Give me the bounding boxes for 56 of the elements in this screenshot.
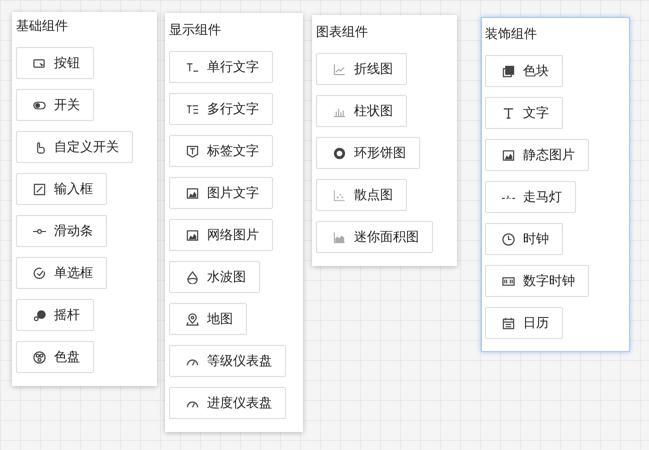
- component-button[interactable]: 进度仪表盘: [169, 387, 286, 419]
- component-button[interactable]: 网络图片: [169, 219, 273, 251]
- clock-icon: [502, 232, 515, 246]
- component-button[interactable]: 折线图: [316, 53, 407, 85]
- text-icon: [186, 60, 199, 74]
- toggle-icon: [33, 98, 46, 112]
- component-button[interactable]: 多行文字: [169, 93, 273, 125]
- calendar-icon: [502, 316, 515, 330]
- component-button[interactable]: 色块: [485, 55, 563, 87]
- edit-icon: [33, 182, 46, 196]
- component-button[interactable]: 输入框: [16, 173, 107, 205]
- text-icon: [502, 106, 515, 120]
- panel-title: 装饰组件: [485, 26, 537, 43]
- component-button[interactable]: 环形饼图: [316, 137, 420, 169]
- donut-icon: [333, 146, 346, 160]
- panel-title: 图表组件: [316, 24, 368, 41]
- cursor-icon: [33, 56, 46, 70]
- palette-icon: [33, 350, 46, 364]
- component-button[interactable]: 时钟: [485, 223, 563, 255]
- component-button[interactable]: 单选框: [16, 257, 107, 289]
- map-pin-icon: [186, 312, 199, 326]
- component-button[interactable]: 文字: [485, 97, 563, 129]
- component-button[interactable]: 自定义开关: [16, 131, 133, 163]
- component-button[interactable]: 单行文字: [169, 51, 273, 83]
- component-button[interactable]: 静态图片: [485, 139, 589, 171]
- component-button[interactable]: 地图: [169, 303, 247, 335]
- check-circle-icon: [33, 266, 46, 280]
- component-button[interactable]: 滑动条: [16, 215, 107, 247]
- squares-icon: [502, 64, 515, 78]
- digital-clock-icon: [502, 274, 515, 288]
- area-chart-icon: [333, 230, 346, 244]
- component-button[interactable]: 色盘: [16, 341, 94, 373]
- text-lines-icon: [186, 102, 199, 116]
- component-button[interactable]: 图片文字: [169, 177, 273, 209]
- image-icon: [502, 148, 515, 162]
- component-button[interactable]: 日历: [485, 307, 563, 339]
- component-button[interactable]: 等级仪表盘: [169, 345, 286, 377]
- scatter-icon: [333, 188, 346, 202]
- component-button[interactable]: 摇杆: [16, 299, 94, 331]
- component-button[interactable]: 迷你面积图: [316, 221, 433, 253]
- image-icon: [186, 228, 199, 242]
- component-button[interactable]: 水波图: [169, 261, 260, 293]
- component-button[interactable]: 标签文字: [169, 135, 273, 167]
- component-button[interactable]: 按钮: [16, 47, 94, 79]
- component-button[interactable]: 柱状图: [316, 95, 407, 127]
- joystick-icon: [33, 308, 46, 322]
- image-icon: [186, 186, 199, 200]
- tag-icon: [186, 144, 199, 158]
- component-button[interactable]: 走马灯: [485, 181, 576, 213]
- panel-title: 基础组件: [16, 18, 68, 35]
- line-chart-icon: [333, 62, 346, 76]
- component-button[interactable]: 开关: [16, 89, 94, 121]
- panel-title: 显示组件: [169, 22, 221, 39]
- drop-icon: [186, 270, 199, 284]
- component-button[interactable]: 散点图: [316, 179, 407, 211]
- component-button[interactable]: 数字时钟: [485, 265, 589, 297]
